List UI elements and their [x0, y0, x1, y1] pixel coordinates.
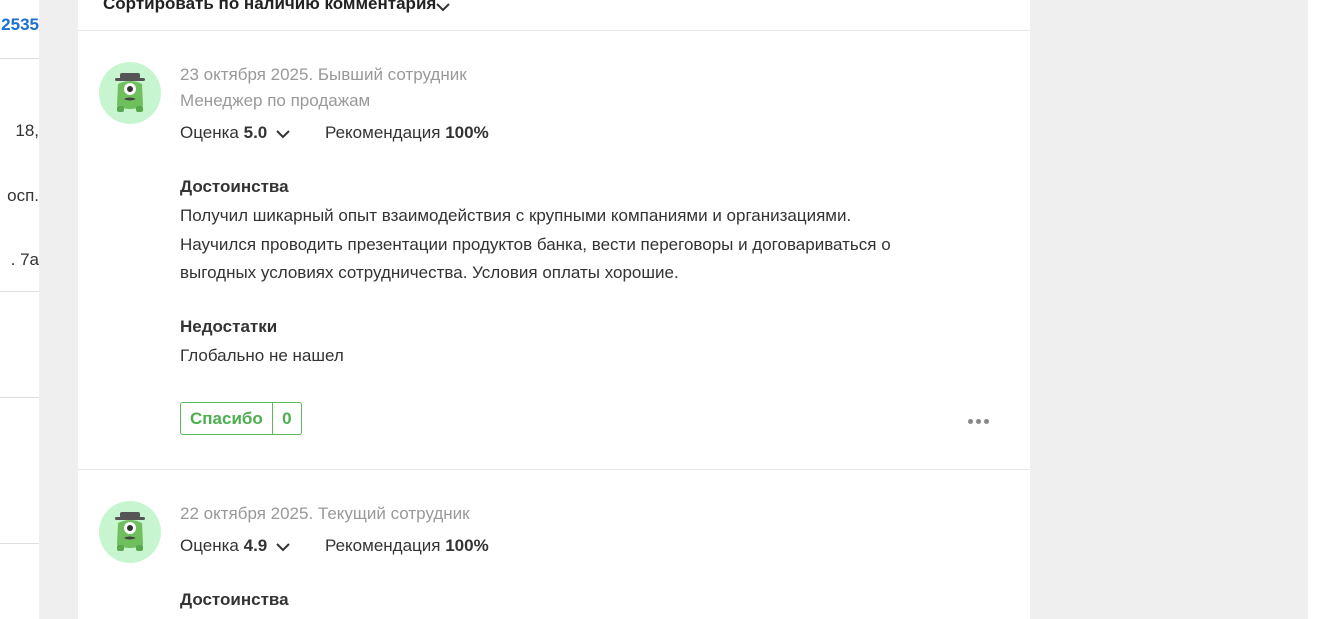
cons-title: Недостатки — [180, 317, 278, 336]
sidebar-text: 18, — [15, 121, 39, 140]
recommendation-value: 100% — [445, 536, 489, 555]
divider — [0, 543, 39, 544]
sort-bar: Сортировать по наличию комментария — [78, 0, 1030, 31]
thanks-count: 0 — [271, 403, 301, 434]
recommendation-label: Рекомендация — [325, 123, 441, 142]
thanks-label: Спасибо — [190, 408, 263, 428]
review-date-status: 22 октября 2025. Текущий сотрудник — [180, 504, 470, 523]
more-dots-icon[interactable] — [968, 416, 992, 426]
divider — [0, 291, 39, 292]
avatar-monster-icon — [115, 73, 145, 112]
thanks-button[interactable]: Спасибо 0 — [180, 402, 302, 435]
pros-title: Достоинства — [180, 590, 289, 609]
recommendation-row: Рекомендация 100% — [325, 123, 489, 143]
recommendation-value: 100% — [445, 123, 489, 142]
rating-row: Оценка 4.9 — [180, 536, 290, 557]
sidebar-link-number[interactable]: 2535 — [1, 15, 39, 35]
pros-title: Достоинства — [180, 177, 289, 196]
divider — [0, 58, 39, 59]
recommendation-row: Рекомендация 100% — [325, 536, 489, 556]
sidebar-text: . 7а — [10, 250, 39, 269]
left-sidebar-card: 2535 18, осп. . 7а — [0, 0, 39, 619]
divider — [0, 397, 39, 398]
rating-value: 5.0 — [243, 123, 268, 142]
sidebar-text: осп. — [7, 186, 39, 205]
rating-value: 4.9 — [243, 536, 268, 555]
pros-text: Получил шикарный опыт взаимодействия с к… — [180, 206, 891, 282]
review-date-status: 23 октября 2025. Бывший сотрудник — [180, 65, 467, 84]
rating-label: Оценка — [180, 536, 239, 555]
review-item: 22 октября 2025. Текущий сотрудник Оценк… — [78, 470, 1030, 619]
chevron-down-icon[interactable] — [276, 537, 290, 557]
rating-row: Оценка 5.0 — [180, 123, 290, 144]
recommendation-label: Рекомендация — [325, 536, 441, 555]
avatar — [99, 62, 161, 124]
reviews-card: Сортировать по наличию комментария 23 ок… — [78, 0, 1030, 619]
chevron-down-icon[interactable] — [435, 0, 451, 18]
chevron-down-icon[interactable] — [276, 124, 290, 144]
avatar — [99, 501, 161, 563]
avatar-monster-icon — [115, 512, 145, 551]
review-item: 23 октября 2025. Бывший сотрудник Менедж… — [78, 31, 1030, 469]
cons-text: Глобально не нашел — [180, 346, 344, 365]
right-panel — [1308, 0, 1325, 619]
sort-dropdown[interactable]: Сортировать по наличию комментария — [103, 0, 436, 14]
review-position: Менеджер по продажам — [180, 91, 371, 110]
rating-label: Оценка — [180, 123, 239, 142]
